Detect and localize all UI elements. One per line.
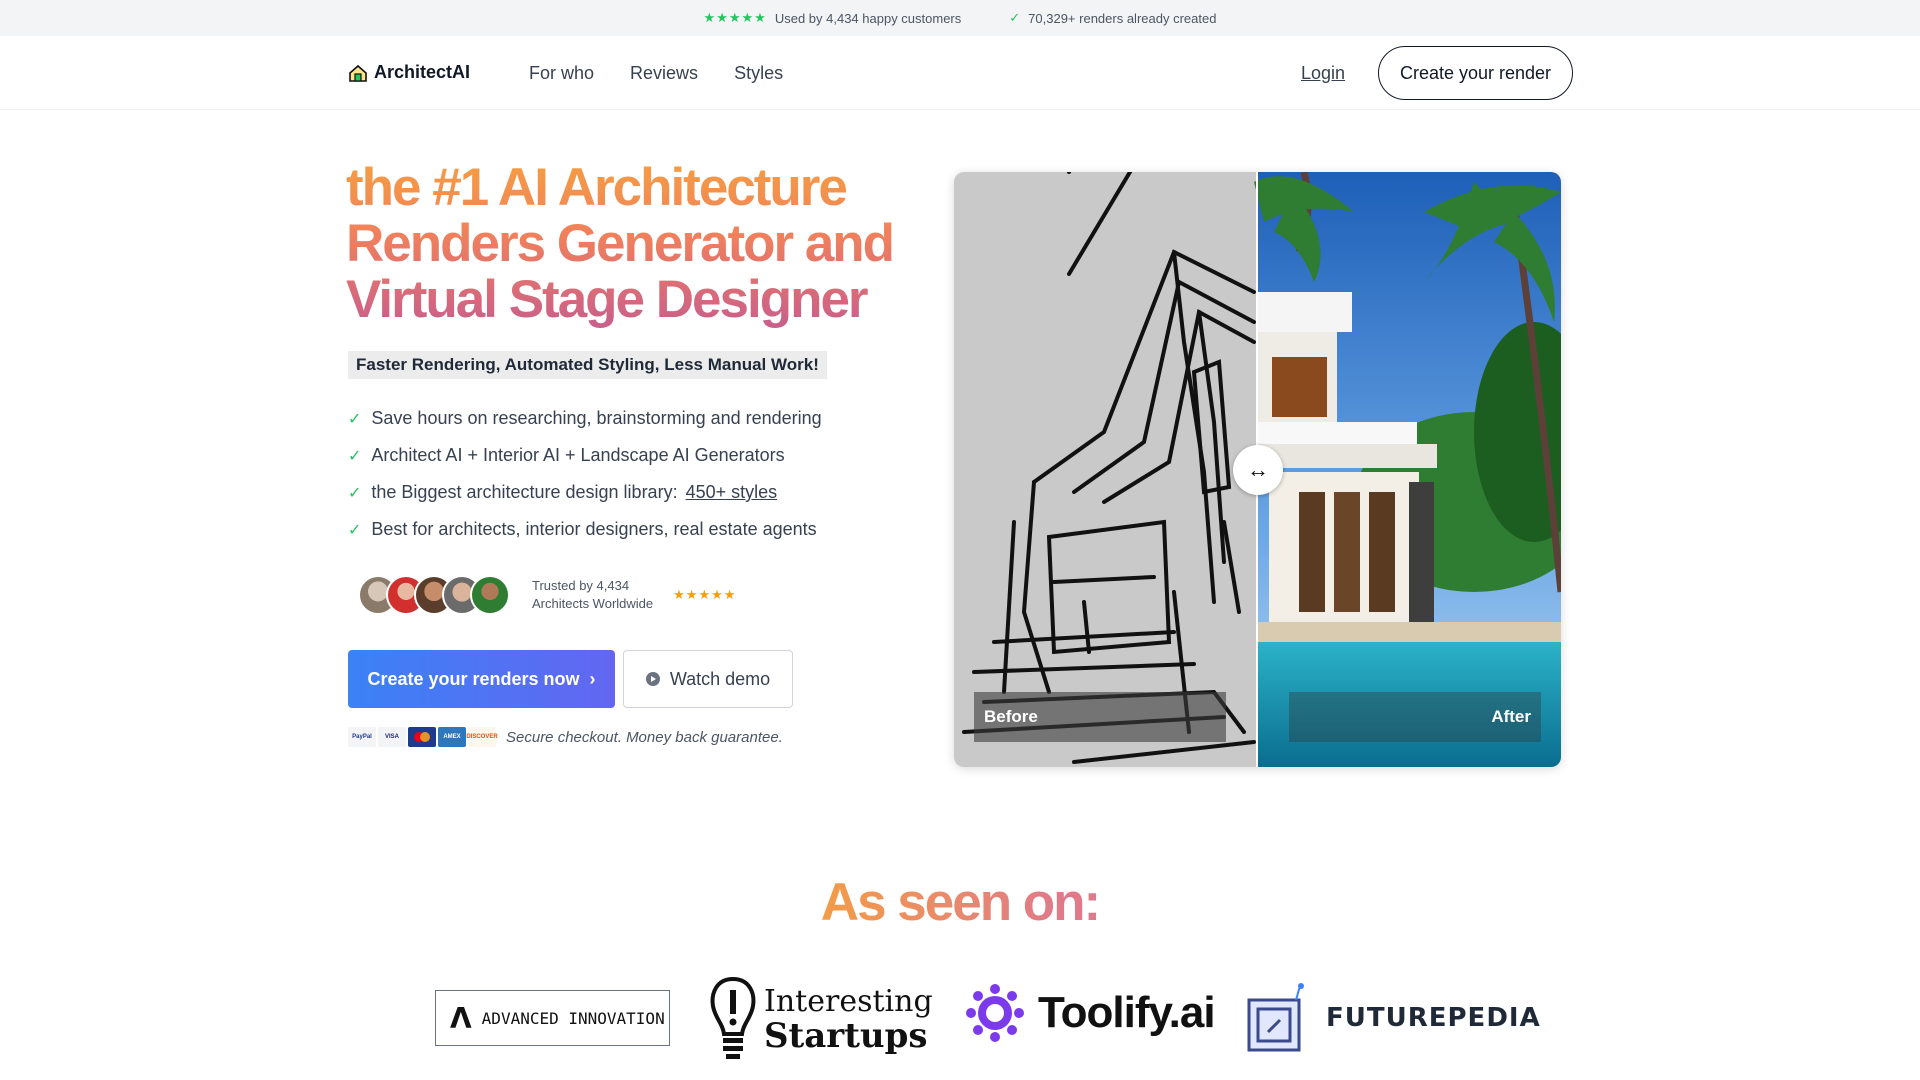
advanced-innovation-logo[interactable]: Λ ADVANCED INNOVATION: [435, 990, 670, 1046]
nav-link-styles[interactable]: Styles: [734, 63, 783, 84]
advanced-innovation-text: ADVANCED INNOVATION: [481, 1008, 665, 1028]
startups-line: Startups: [764, 1016, 928, 1056]
customers-stat: ★★★★★ Used by 4,434 happy customers: [704, 10, 962, 26]
before-after-slider[interactable]: Before After ↔: [954, 172, 1561, 767]
before-label: Before: [974, 692, 1226, 742]
feature-item: ✓ the Biggest architecture design librar…: [348, 474, 822, 511]
toolify-logo[interactable]: Toolify.ai: [966, 984, 1216, 1042]
trust-line: Trusted by 4,434: [532, 578, 630, 593]
advanced-innovation-mark-icon: Λ: [450, 1001, 472, 1035]
futurepedia-logo[interactable]: FUTUREPEDIA: [1246, 982, 1541, 1054]
renders-stat: ✓ 70,329+ renders already created: [1009, 10, 1216, 26]
cta-label: Create your renders now: [367, 668, 580, 689]
styles-link[interactable]: 450+ styles: [686, 482, 778, 503]
feature-item: ✓ Save hours on researching, brainstormi…: [348, 400, 822, 437]
hero-title: the #1 AI Architecture Renders Generator…: [346, 160, 906, 328]
as-seen-on-title: As seen on:: [0, 872, 1920, 933]
interesting-startups-text: Interesting Startups: [764, 984, 933, 1056]
check-icon: ✓: [348, 484, 362, 502]
amex-icon: AMEX: [438, 727, 466, 747]
paypal-icon: PayPal: [348, 727, 376, 747]
hero-title-line: Virtual Stage Designer: [346, 270, 867, 329]
trust-line: Architects Worldwide: [532, 596, 654, 611]
customers-text: Used by 4,434 happy customers: [774, 10, 962, 26]
feature-item: ✓ Architect AI + Interior AI + Landscape…: [348, 437, 822, 474]
startups-line: Interesting: [764, 984, 933, 1019]
create-render-button[interactable]: Create your render: [1378, 46, 1573, 100]
star-rating-icon: ★★★★★: [673, 587, 737, 602]
avatar-group: [358, 575, 510, 615]
payment-methods: PayPal VISA AMEX DISCOVER Secure checkou…: [348, 727, 783, 747]
demo-label: Watch demo: [669, 668, 771, 689]
nav-links: For who Reviews Styles: [529, 63, 783, 84]
avatar: [470, 575, 510, 615]
feature-text: the Biggest architecture design library:: [371, 482, 678, 502]
hero-title-line: Renders Generator and: [346, 214, 894, 273]
create-renders-now-button[interactable]: Create your renders now ›: [348, 650, 615, 708]
hero-subtitle: Faster Rendering, Automated Styling, Les…: [348, 351, 827, 379]
toolify-gear-icon: [966, 984, 1024, 1042]
login-link[interactable]: Login: [1301, 63, 1345, 84]
trust-section: Trusted by 4,434 Architects Worldwide ★★…: [358, 575, 736, 615]
nav-link-for-who[interactable]: For who: [529, 63, 594, 84]
visa-icon: VISA: [378, 727, 406, 747]
star-rating-icon: ★★★★★: [703, 10, 767, 25]
press-logos: Λ ADVANCED INNOVATION Interesting Startu…: [0, 970, 1920, 1070]
check-icon: ✓: [1009, 10, 1021, 25]
main-navigation: ArchitectAI For who Reviews Styles Login…: [0, 36, 1920, 110]
mastercard-icon: [408, 727, 436, 747]
logo-text: ArchitectAI: [374, 62, 471, 82]
futurepedia-text: FUTUREPEDIA: [1326, 1003, 1541, 1033]
feature-list: ✓ Save hours on researching, brainstormi…: [348, 400, 822, 548]
top-announcement-bar: ★★★★★ Used by 4,434 happy customers ✓ 70…: [0, 0, 1920, 36]
trust-text: Trusted by 4,434 Architects Worldwide: [532, 577, 653, 613]
house-logo-icon: [349, 64, 367, 82]
logo[interactable]: ArchitectAI: [348, 62, 470, 83]
discover-icon: DISCOVER: [466, 727, 498, 747]
feature-text: Best for architects, interior designers,…: [371, 519, 817, 539]
feature-text: Architect AI + Interior AI + Landscape A…: [371, 445, 785, 465]
renders-text: 70,329+ renders already created: [1028, 10, 1217, 26]
slider-handle-icon[interactable]: ↔: [1233, 445, 1283, 495]
nav-link-reviews[interactable]: Reviews: [630, 63, 698, 84]
hero-title-line: the #1 AI Architecture: [346, 158, 846, 217]
watch-demo-button[interactable]: Watch demo: [623, 650, 793, 708]
futurepedia-frame-icon: [1247, 983, 1304, 1052]
feature-item: ✓ Best for architects, interior designer…: [348, 511, 822, 548]
mastercard-circles-icon: [414, 732, 430, 742]
check-icon: ✓: [348, 447, 362, 465]
chevron-right-icon: ›: [589, 668, 596, 689]
after-label: After: [1289, 692, 1541, 742]
lightbulb-icon: [710, 976, 756, 1059]
check-icon: ✓: [348, 410, 362, 428]
feature-text: Save hours on researching, brainstorming…: [371, 408, 822, 428]
interesting-startups-logo[interactable]: Interesting Startups: [708, 976, 933, 1062]
check-icon: ✓: [348, 521, 362, 539]
secure-checkout-text: Secure checkout. Money back guarantee.: [506, 728, 783, 746]
toolify-text: Toolify.ai: [1038, 988, 1216, 1037]
play-icon: [645, 672, 660, 686]
